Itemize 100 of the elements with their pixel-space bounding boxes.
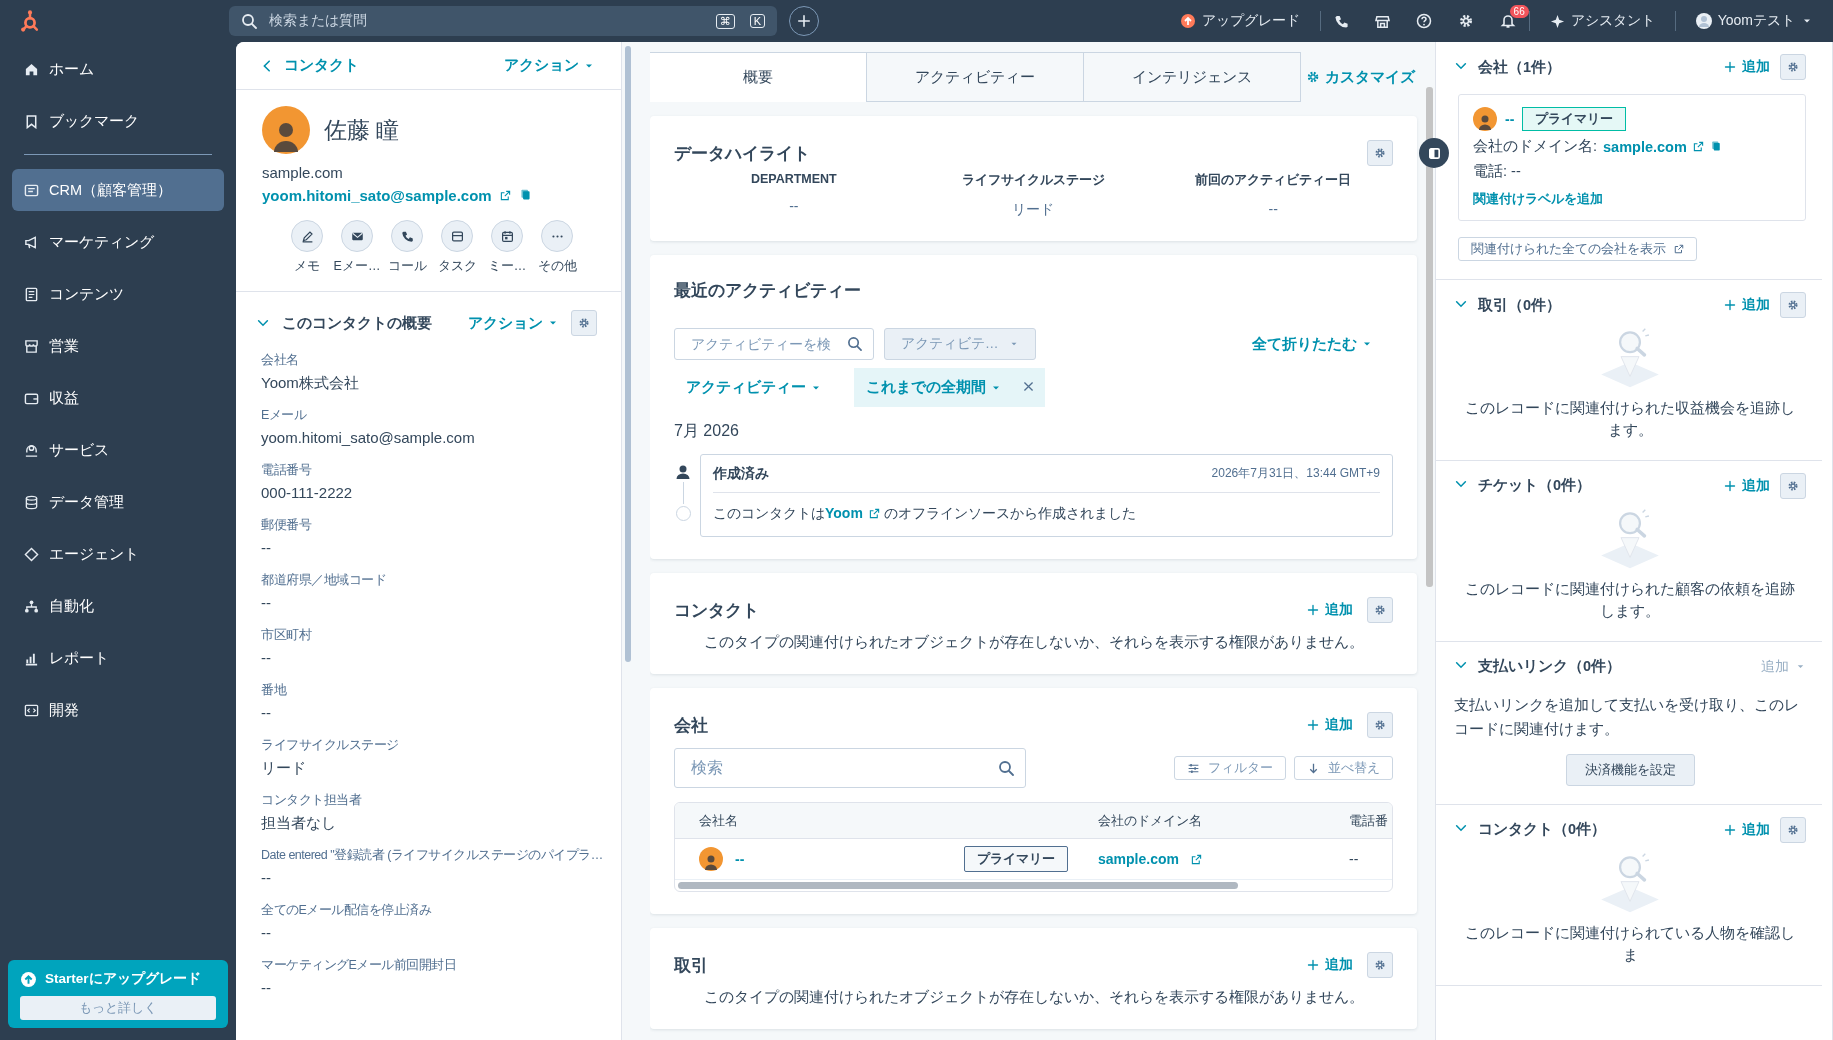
section-title: チケット（0件）	[1478, 476, 1592, 496]
email-link[interactable]: yoom.hitomi_sato@sample.com	[262, 187, 492, 204]
card-title: データハイライト	[674, 142, 810, 165]
card-title: コンタクト	[674, 599, 759, 622]
nav-item[interactable]: 収益	[12, 377, 224, 419]
table-cell-text: --	[1349, 851, 1360, 867]
add-link[interactable]: 追加	[1307, 716, 1353, 734]
nav-item[interactable]: エージェント	[12, 533, 224, 575]
filter-button[interactable]: フィルター	[1174, 756, 1286, 780]
add-link[interactable]: 追加	[1307, 956, 1353, 974]
property-label: ライフサイクルステージ	[962, 172, 1105, 189]
setup-payments-button[interactable]: 決済機能を設定	[1565, 753, 1695, 786]
upgrade-title: Starterにアップグレード	[45, 970, 201, 988]
upgrade-button[interactable]: アップグレード	[1159, 12, 1320, 30]
empty-message: このレコードに関連付けられている人物を確認しま	[1464, 923, 1796, 966]
field-value: yoom.hitomi_sato@sample.com	[261, 429, 476, 446]
column-header: 会社名	[699, 811, 739, 830]
add-link[interactable]: 追加	[1724, 476, 1770, 495]
card-title: 会社	[674, 714, 708, 737]
column-header: 会社のドメイン名	[1098, 811, 1203, 830]
account-menu[interactable]: Yoomテスト	[1675, 12, 1833, 30]
nav-item[interactable]: 自動化	[12, 585, 224, 627]
nav-item[interactable]: CRM（顧客管理）	[12, 169, 224, 211]
field-label: コンタクト担当者	[261, 792, 363, 809]
company-link[interactable]: --	[735, 851, 745, 867]
source-link[interactable]: Yoom	[825, 505, 880, 521]
assistant-button[interactable]: アシスタント	[1529, 12, 1675, 30]
empty-message: このレコードに関連付けられた顧客の依頼を追跡します。	[1464, 579, 1796, 622]
field-value: --	[261, 594, 272, 611]
phone-text: 電話: --	[1473, 162, 1522, 181]
contact-domain: sample.com	[262, 164, 344, 181]
add-link[interactable]: 追加	[1307, 601, 1353, 619]
section-title: コンタクト（0件）	[1478, 820, 1607, 840]
view-all-button[interactable]: 関連付けられた全ての会社を表示	[1458, 237, 1697, 261]
search-field[interactable]: アクティビティーを検	[674, 328, 874, 360]
field-label: Eメール	[261, 407, 308, 424]
add-link[interactable]: 追加	[1724, 296, 1770, 314]
section-title: このコンタクトの概要	[282, 313, 432, 333]
nav-item[interactable]: コンテンツ	[12, 273, 224, 315]
collapse-all-dropdown[interactable]: 全て折りたたむ	[1252, 334, 1373, 354]
property-value: リード	[1012, 201, 1055, 219]
actions-dropdown[interactable]: アクション	[468, 313, 559, 333]
tab[interactable]: 概要	[650, 52, 867, 102]
quick-action-button[interactable]: その他	[536, 220, 578, 275]
quick-action-button[interactable]: Eメー…	[336, 220, 378, 275]
column-header: 電話番	[1349, 811, 1389, 830]
empty-message: このレコードに関連付けられた収益機会を追跡します。	[1464, 399, 1796, 441]
field-value: --	[261, 924, 272, 941]
tab[interactable]: アクティビティー	[866, 52, 1084, 102]
field-value: --	[261, 649, 272, 666]
field-label: 全てのEメール配信を停止済み	[261, 902, 433, 919]
shortcut-key: K	[749, 14, 765, 28]
section-title: 支払いリンク（0件）	[1478, 657, 1622, 677]
quick-action-button[interactable]: コール	[386, 220, 428, 275]
domain-link[interactable]: sample.com	[1098, 851, 1179, 867]
payment-description: 支払いリンクを追加して支払いを受け取り、このレコードに関連付けます。	[1454, 695, 1800, 739]
sort-button[interactable]: 並べ替え	[1294, 756, 1393, 780]
quick-action-button[interactable]: メモ	[286, 220, 328, 275]
shortcut-key: ⌘	[715, 13, 735, 29]
field-label: 番地	[261, 682, 288, 699]
field-value: 担当者なし	[261, 814, 337, 833]
notification-count: 66	[1509, 5, 1529, 18]
field-label: 都道府県／地域コード	[261, 572, 387, 589]
back-link[interactable]: コンタクト	[260, 56, 359, 75]
primary-tag: プライマリー	[1522, 107, 1627, 131]
nav-item[interactable]: データ管理	[12, 481, 224, 523]
nav-item[interactable]: サービス	[12, 429, 224, 471]
tab[interactable]: インテリジェンス	[1083, 52, 1301, 102]
field-label: 郵便番号	[261, 517, 313, 534]
add-link[interactable]: 追加	[1724, 820, 1770, 839]
field-label: 市区町村	[261, 627, 313, 644]
company-link[interactable]: --	[1505, 111, 1515, 127]
customize-link[interactable]: カスタマイズ	[1306, 52, 1417, 102]
nav-item[interactable]: レポート	[12, 637, 224, 679]
property-label: 前回のアクティビティー日	[1195, 172, 1352, 189]
empty-message: このタイプの関連付けられたオブジェクトが存在しないか、それらを表示する権限がありません。	[702, 633, 1365, 652]
field-label: 電話番号	[261, 462, 313, 479]
card-title: 最近のアクティビティー	[674, 280, 861, 302]
nav-item[interactable]: 営業	[12, 325, 224, 367]
field-value: 000-111-2222	[261, 484, 354, 501]
field-value: --	[261, 539, 272, 556]
filter-dropdown[interactable]: アクティビティー	[674, 368, 834, 407]
nav-item[interactable]: 開発	[12, 689, 224, 731]
field-label: Date entered "登録読者 (ライフサイクルステージのパイプラ…	[261, 847, 604, 864]
nav-item[interactable]: マーケティング	[12, 221, 224, 263]
primary-tag: プライマリー	[964, 846, 1068, 872]
search-field[interactable]: 検索または質問 ⌘ K	[229, 6, 777, 36]
field-label: 会社名	[261, 352, 300, 369]
add-link[interactable]: 追加	[1724, 58, 1770, 76]
nav-item[interactable]: ホーム	[12, 48, 224, 90]
actions-dropdown[interactable]: アクション	[504, 56, 595, 75]
add-label-link[interactable]: 関連付けラベルを追加	[1473, 191, 1791, 208]
domain-label: 会社のドメイン名:	[1473, 137, 1598, 156]
quick-action-button[interactable]: ミー…	[486, 220, 528, 275]
property-value: --	[789, 198, 799, 214]
search-field[interactable]: 検索	[674, 748, 1026, 788]
domain-link[interactable]: sample.com	[1603, 138, 1687, 155]
contact-name: 佐藤 瞳	[324, 115, 400, 145]
nav-item[interactable]: ブックマーク	[12, 100, 224, 142]
quick-action-button[interactable]: タスク	[436, 220, 478, 275]
